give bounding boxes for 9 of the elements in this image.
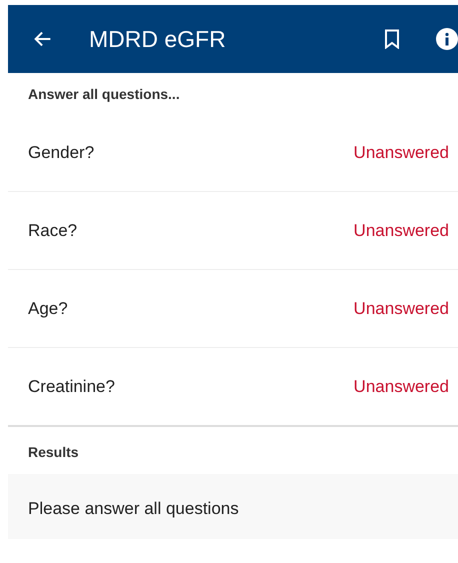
section-heading: Answer all questions...: [27, 85, 181, 104]
question-row[interactable]: Race? Unanswered: [8, 192, 458, 270]
info-icon[interactable]: [436, 28, 458, 50]
bookmark-icon[interactable]: [384, 29, 400, 49]
result-panel: Please answer all questions: [8, 474, 458, 539]
question-row[interactable]: Age? Unanswered: [8, 270, 458, 348]
question-row[interactable]: Creatinine? Unanswered: [8, 348, 458, 425]
question-row[interactable]: Gender? Unanswered: [8, 114, 458, 192]
screen-title: MDRD eGFR: [89, 26, 227, 52]
